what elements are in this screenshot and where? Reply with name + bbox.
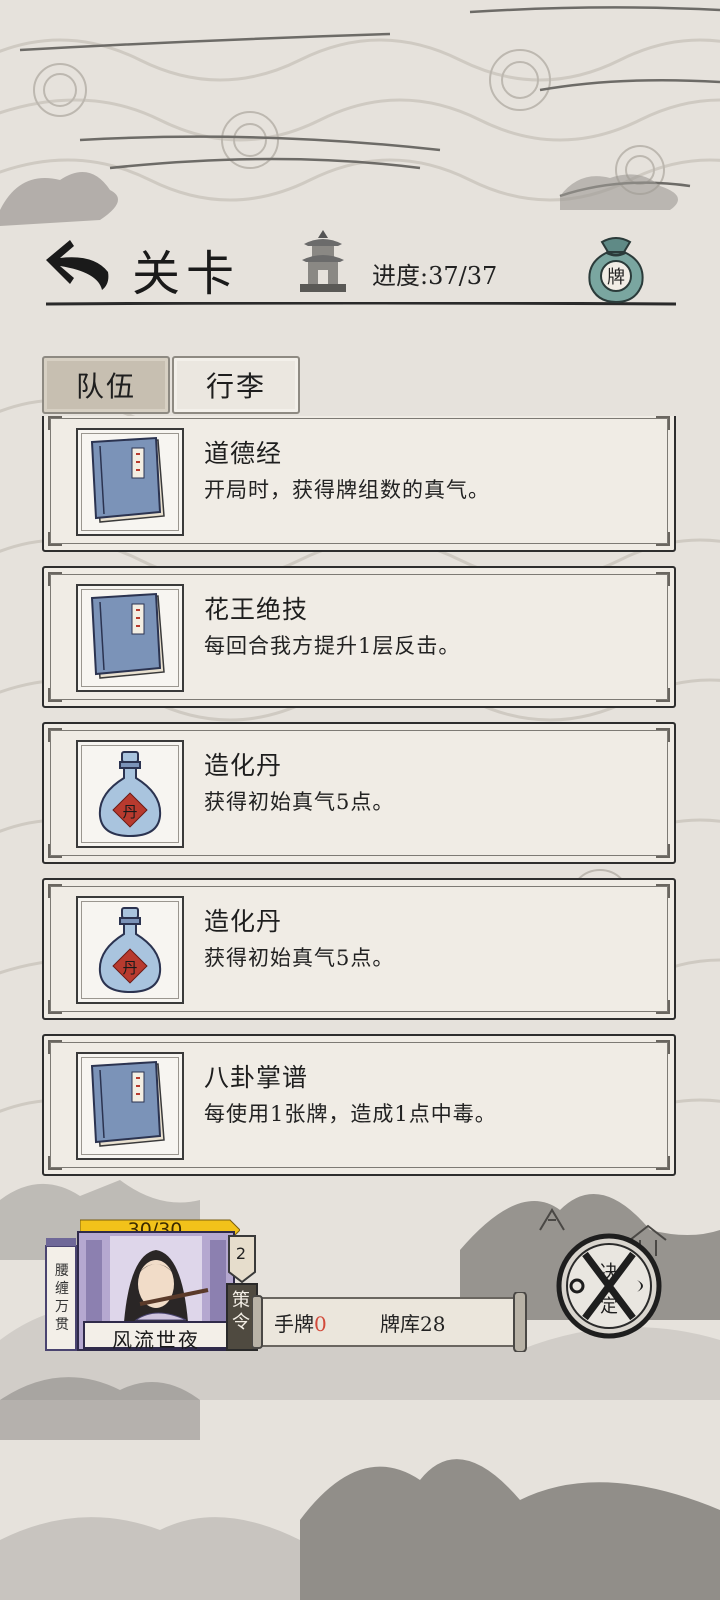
hero-portrait — [110, 1236, 209, 1322]
decide-char-2: 定 — [600, 1296, 618, 1317]
strategy-label: 策令 — [232, 1290, 250, 1333]
tab-team[interactable]: 队伍 — [42, 356, 170, 414]
hand-label: 手牌 — [274, 1312, 314, 1336]
item-card-zaohuadan-2[interactable]: 丹 造化丹 获得初始真气5点。 — [42, 878, 676, 1020]
item-description: 获得初始真气5点。 — [204, 946, 395, 970]
potion-bottle-icon: 丹 — [98, 907, 162, 994]
item-description: 每回合我方提升1层反击。 — [204, 634, 461, 658]
item-name: 道德经 — [204, 439, 283, 468]
back-arrow-icon[interactable] — [40, 232, 114, 294]
decide-button[interactable]: 决 定 — [555, 1232, 663, 1340]
library-label: 牌库 — [380, 1312, 420, 1336]
bag-label: 牌 — [607, 267, 625, 288]
card-bag-button[interactable]: 牌 — [580, 232, 652, 304]
item-name: 造化丹 — [204, 751, 283, 780]
book-icon — [90, 1060, 165, 1147]
item-card-zaohuadan-1[interactable]: 丹 造化丹 获得初始真气5点。 — [42, 722, 676, 864]
hero-name: 风流世夜 — [112, 1328, 200, 1352]
progress-value: 37/37 — [428, 262, 498, 290]
decide-char-1: 决 — [600, 1262, 618, 1283]
item-card-daodejing[interactable]: 道德经 开局时，获得牌组数的真气。 — [42, 416, 676, 552]
page-title: 关卡 — [132, 246, 241, 302]
item-card-huawang[interactable]: 花王绝技 每回合我方提升1层反击。 — [42, 566, 676, 708]
progress-label: 进度: — [372, 262, 429, 290]
hand-cards-display: 手牌0 — [274, 1308, 327, 1337]
library-count: 28 — [420, 1312, 446, 1336]
potion-label: 丹 — [122, 803, 137, 821]
progress-display: 进度:37/37 — [372, 256, 497, 291]
book-icon — [90, 436, 165, 523]
item-description: 每使用1张牌，造成1点中毒。 — [204, 1102, 497, 1126]
item-icon-frame — [76, 428, 184, 536]
item-icon-frame — [76, 584, 184, 692]
potion-bottle-icon: 丹 — [98, 751, 162, 838]
strategy-count: 2 — [235, 1244, 247, 1263]
item-description: 获得初始真气5点。 — [204, 790, 395, 814]
pagoda-tower-icon — [300, 230, 346, 292]
library-display: 牌库28 — [380, 1308, 445, 1337]
potion-label: 丹 — [122, 959, 137, 977]
item-icon-frame: 丹 — [76, 896, 184, 1004]
money-bag-icon: 牌 — [588, 237, 644, 304]
item-description: 开局时，获得牌组数的真气。 — [204, 478, 490, 502]
ink-mountain-landscape — [0, 1180, 720, 1600]
hand-count: 0 — [314, 1312, 327, 1336]
tab-luggage[interactable]: 行李 — [172, 356, 300, 414]
item-name: 花王绝技 — [204, 595, 309, 624]
item-list[interactable]: 道德经 开局时，获得牌组数的真气。 花王绝技 每回合我方提升1层反击。 丹 造化… — [40, 416, 676, 1198]
item-icon-frame: 丹 — [76, 740, 184, 848]
item-name: 造化丹 — [204, 907, 283, 936]
hero-belt-label: 腰缠万贯 — [55, 1263, 69, 1333]
book-icon — [90, 592, 165, 679]
item-name: 八卦掌谱 — [204, 1063, 309, 1092]
